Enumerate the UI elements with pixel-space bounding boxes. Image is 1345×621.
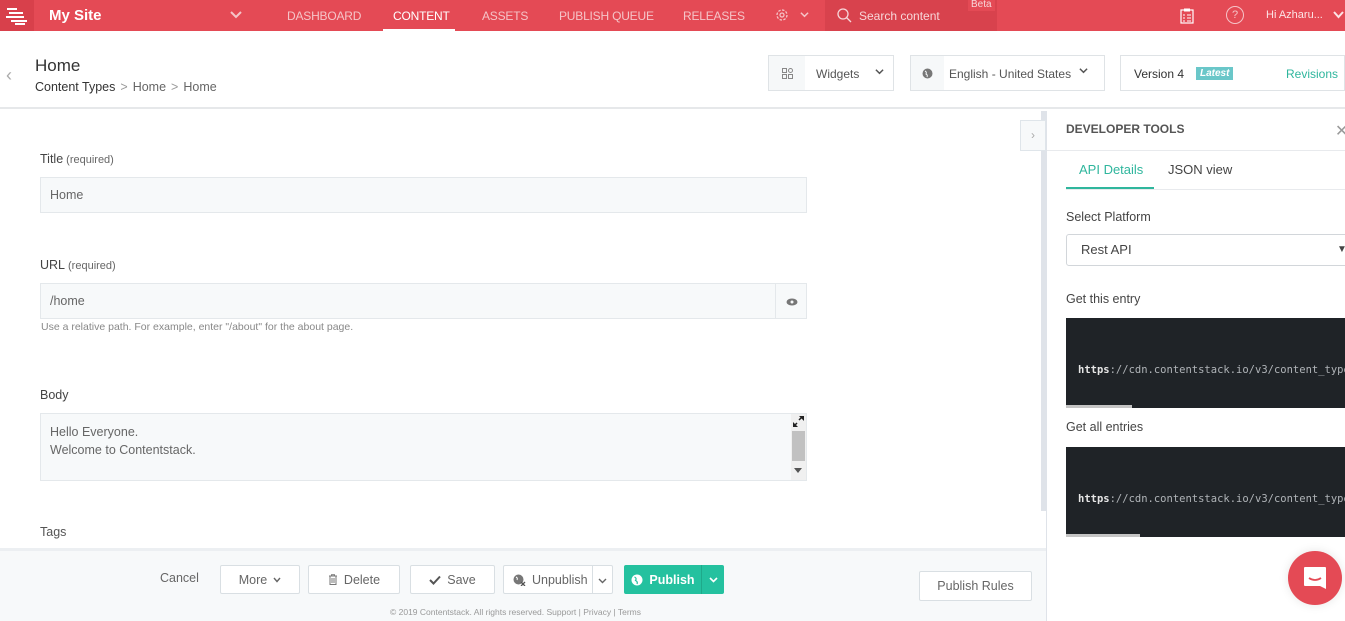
revisions-link[interactable]: Revisions	[1286, 67, 1338, 81]
nav-releases[interactable]: RELEASES	[683, 9, 745, 23]
chevron-down-icon	[1079, 68, 1088, 74]
version-box: Version 4 Latest Revisions	[1120, 55, 1345, 91]
site-name[interactable]: My Site	[49, 7, 102, 24]
search-placeholder: Search content	[859, 9, 940, 23]
breadcrumb-separator: >	[120, 80, 128, 94]
settings-chevron-icon[interactable]	[800, 10, 809, 19]
divider	[1047, 150, 1345, 151]
unpublish-button[interactable]: Unpublish	[503, 565, 613, 594]
title-input[interactable]: Home	[40, 177, 807, 213]
more-label: More	[238, 572, 268, 587]
publish-dropdown-button[interactable]	[701, 565, 724, 594]
save-label: Save	[447, 572, 476, 587]
body-scrollbar[interactable]	[791, 414, 806, 480]
platform-select[interactable]: Rest API ▼	[1066, 234, 1345, 266]
chevron-down-icon	[273, 577, 281, 583]
publish-rules-button[interactable]: Publish Rules	[919, 571, 1032, 601]
back-arrow-icon[interactable]: ‹	[6, 65, 12, 86]
locale-label: English - United States	[949, 67, 1072, 81]
url-help-text: Use a relative path. For example, enter …	[41, 321, 354, 333]
contentstack-logo-icon[interactable]	[0, 0, 34, 31]
unpublish-dropdown-icon[interactable]	[598, 578, 607, 584]
clipboard-tasks-icon[interactable]	[1180, 8, 1194, 24]
widgets-dropdown[interactable]: Widgets	[768, 55, 894, 91]
nav-publish-queue[interactable]: PUBLISH QUEUE	[559, 9, 654, 23]
entry-header: ‹ Home Content Types > Home > Home Widge…	[0, 31, 1345, 109]
body-textarea[interactable]: Hello Everyone. Welcome to Contentstack.	[40, 413, 807, 481]
breadcrumb-content-type[interactable]: Home	[133, 80, 166, 94]
developer-tools-title: DEVELOPER TOOLS	[1066, 122, 1185, 136]
chevron-down-icon	[875, 69, 884, 75]
collapse-panel-toggle[interactable]: ›	[1020, 120, 1046, 151]
divider	[1066, 189, 1345, 190]
preview-eye-icon[interactable]	[775, 284, 807, 319]
more-button[interactable]: More	[220, 565, 300, 594]
trash-icon	[328, 574, 337, 585]
breadcrumb-entry: Home	[183, 80, 217, 94]
beta-badge: Beta	[968, 0, 995, 11]
tags-field-label: Tags	[40, 525, 67, 539]
chat-icon	[1304, 567, 1326, 589]
unpublish-globe-icon	[513, 574, 526, 586]
help-icon[interactable]: ?	[1226, 6, 1244, 24]
platform-value: Rest API	[1081, 242, 1132, 257]
split-divider	[592, 566, 593, 593]
get-entry-code-block[interactable]: https://cdn.contentstack.io/v3/content_t…	[1066, 318, 1345, 408]
developer-tools-panel: DEVELOPER TOOLS ✕ API Details JSON view …	[1046, 111, 1345, 621]
breadcrumb-content-types[interactable]: Content Types	[35, 80, 115, 94]
breadcrumb: Content Types > Home > Home	[35, 80, 217, 94]
check-icon	[429, 575, 441, 585]
url-field-label: URL (required)	[40, 258, 116, 272]
widgets-icon	[769, 56, 805, 90]
top-nav: My Site DASHBOARD CONTENT ASSETS PUBLISH…	[0, 0, 1345, 31]
cancel-button[interactable]: Cancel	[160, 571, 199, 585]
nav-content[interactable]: CONTENT	[393, 9, 450, 23]
search-icon	[837, 8, 852, 23]
save-button[interactable]: Save	[410, 565, 495, 594]
delete-label: Delete	[343, 572, 381, 587]
widgets-label: Widgets	[816, 67, 860, 81]
get-all-entries-code-block[interactable]: https://cdn.contentstack.io/v3/content_t…	[1066, 447, 1345, 537]
code-scrollbar[interactable]	[1066, 534, 1140, 537]
scrollbar-thumb[interactable]	[792, 431, 805, 461]
delete-button[interactable]: Delete	[308, 565, 400, 594]
body-line: Hello Everyone.	[50, 425, 139, 439]
code-scrollbar[interactable]	[1066, 405, 1132, 408]
chevron-down-icon	[708, 576, 718, 583]
dropdown-arrow-icon: ▼	[1337, 244, 1345, 255]
chat-launcher-button[interactable]	[1288, 551, 1342, 605]
body-line: Welcome to Contentstack.	[50, 443, 196, 457]
publish-button[interactable]: Publish	[624, 565, 702, 594]
get-all-entries-url: https://cdn.contentstack.io/v3/content_t…	[1078, 493, 1345, 505]
globe-icon	[631, 574, 643, 585]
get-entry-label: Get this entry	[1066, 292, 1141, 306]
active-tab-indicator	[1066, 187, 1154, 189]
scroll-down-arrow-icon[interactable]	[794, 468, 802, 473]
locale-dropdown[interactable]: English - United States	[910, 55, 1105, 91]
unpublish-label: Unpublish	[532, 572, 588, 587]
gear-icon[interactable]	[775, 8, 789, 22]
get-all-entries-label: Get all entries	[1066, 420, 1144, 434]
breadcrumb-separator: >	[171, 80, 179, 94]
tab-api-details[interactable]: API Details	[1079, 162, 1143, 177]
chevron-down-icon[interactable]	[230, 8, 242, 20]
copyright-text: © 2019 Contentstack. All rights reserved…	[390, 607, 641, 617]
nav-dashboard[interactable]: DASHBOARD	[287, 9, 361, 23]
version-label: Version 4	[1134, 67, 1185, 81]
nav-assets[interactable]: ASSETS	[482, 9, 528, 23]
user-menu[interactable]: Hi Azharu...	[1266, 9, 1323, 21]
latest-badge: Latest	[1196, 67, 1234, 80]
get-entry-url: https://cdn.contentstack.io/v3/content_t…	[1078, 364, 1345, 376]
close-icon[interactable]: ✕	[1335, 121, 1345, 141]
body-field-label: Body	[40, 388, 69, 402]
title-field-label: Title (required)	[40, 152, 114, 166]
select-platform-label: Select Platform	[1066, 210, 1151, 224]
expand-icon[interactable]	[793, 416, 804, 427]
publish-label: Publish	[649, 572, 695, 587]
user-chevron-icon[interactable]	[1333, 10, 1344, 20]
url-input[interactable]: /home	[40, 283, 807, 319]
page-title: Home	[35, 56, 81, 75]
globe-icon	[911, 56, 944, 90]
tab-json-view[interactable]: JSON view	[1168, 162, 1232, 177]
